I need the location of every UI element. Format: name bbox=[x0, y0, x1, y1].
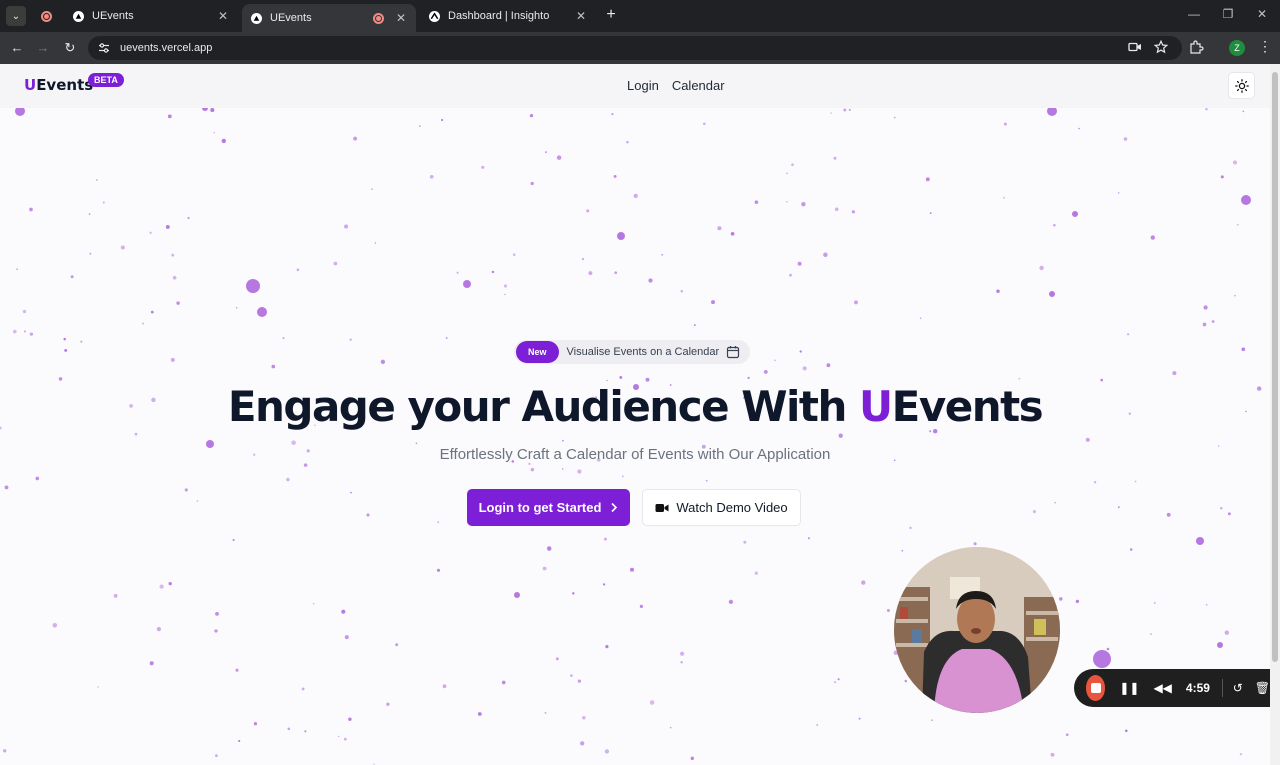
recording-icon bbox=[373, 12, 384, 24]
site-settings-icon[interactable] bbox=[96, 40, 112, 56]
tab-uevents-2[interactable]: UEvents ✕ bbox=[242, 4, 416, 32]
recording-timer: 4:59 bbox=[1185, 681, 1210, 695]
browser-tab-strip: ⌄ UEvents ✕ UEvents ✕ Dashboard | Insigh… bbox=[0, 0, 1280, 32]
tab-title: UEvents bbox=[92, 10, 134, 22]
close-tab-icon[interactable]: ✕ bbox=[574, 9, 588, 23]
pinned-tab-recorder[interactable] bbox=[34, 5, 58, 27]
sun-icon bbox=[1234, 78, 1249, 93]
tab-title: UEvents bbox=[270, 12, 312, 24]
forward-icon[interactable]: → bbox=[34, 39, 52, 57]
url-text: uevents.vercel.app bbox=[120, 42, 213, 54]
stop-icon[interactable] bbox=[1086, 675, 1106, 701]
insighto-favicon-icon bbox=[428, 10, 440, 22]
tab-title: Dashboard | Insighto bbox=[448, 10, 550, 22]
close-window-icon[interactable]: ✕ bbox=[1252, 7, 1272, 21]
minimize-window-icon[interactable]: — bbox=[1184, 7, 1204, 21]
chevron-right-icon bbox=[611, 502, 618, 513]
web-page: UEvents BETA Login Calendar New Visualis… bbox=[0, 64, 1270, 765]
trash-icon[interactable]: 🗑 bbox=[1255, 681, 1270, 695]
hero-subheadline: Effortlessly Craft a Calendar of Events … bbox=[439, 446, 831, 463]
site-navbar: UEvents BETA Login Calendar bbox=[0, 64, 1270, 108]
browser-menu-icon[interactable]: ⋮ bbox=[1258, 38, 1272, 55]
nav-login-link[interactable]: Login bbox=[627, 78, 659, 93]
tab-search-button[interactable]: ⌄ bbox=[6, 6, 26, 26]
button-label: Watch Demo Video bbox=[676, 500, 788, 515]
triangle-favicon-icon bbox=[250, 12, 262, 24]
close-tab-icon[interactable]: ✕ bbox=[216, 9, 230, 23]
browser-toolbar: ← → ↻ uevents.vercel.app Z ⋮ bbox=[0, 32, 1280, 64]
nav-calendar-link[interactable]: Calendar bbox=[672, 78, 725, 93]
pause-icon[interactable]: ❚❚ bbox=[1119, 681, 1139, 695]
button-label: Login to get Started bbox=[478, 500, 602, 515]
tab-insighto[interactable]: Dashboard | Insighto ✕ bbox=[420, 4, 596, 28]
camera-permission-icon[interactable] bbox=[1128, 40, 1142, 54]
theme-toggle-button[interactable] bbox=[1228, 72, 1255, 99]
rewind-icon[interactable]: ◀◀ bbox=[1153, 681, 1171, 695]
restore-window-icon[interactable]: ❐ bbox=[1218, 7, 1238, 21]
site-logo[interactable]: UEvents bbox=[24, 76, 93, 94]
recording-controls: ❚❚ ◀◀ 4:59 ↺ 🗑 bbox=[1074, 669, 1270, 707]
beta-badge: BETA bbox=[88, 73, 124, 87]
scrollbar-thumb[interactable] bbox=[1272, 72, 1278, 662]
recording-icon bbox=[40, 10, 52, 22]
calendar-icon bbox=[727, 346, 740, 359]
hero-headline: Engage your Audience With UEvents bbox=[227, 382, 1044, 431]
close-tab-icon[interactable]: ✕ bbox=[394, 11, 408, 25]
announcement-pill[interactable]: New Visualise Events on a Calendar bbox=[514, 340, 751, 364]
bookmark-star-icon[interactable] bbox=[1154, 40, 1168, 54]
new-tab-button[interactable]: + bbox=[602, 6, 620, 24]
watch-demo-button[interactable]: Watch Demo Video bbox=[642, 489, 801, 526]
video-icon bbox=[655, 503, 669, 512]
triangle-favicon-icon bbox=[72, 10, 84, 22]
new-badge: New bbox=[516, 341, 559, 363]
page-scrollbar[interactable] bbox=[1270, 64, 1280, 765]
back-icon[interactable]: ← bbox=[8, 39, 26, 57]
tab-uevents-1[interactable]: UEvents ✕ bbox=[64, 4, 238, 28]
address-bar[interactable]: uevents.vercel.app bbox=[88, 36, 1182, 60]
profile-avatar[interactable]: Z bbox=[1229, 40, 1245, 56]
extensions-icon[interactable] bbox=[1188, 39, 1204, 55]
webcam-feed-image bbox=[894, 547, 1060, 713]
login-get-started-button[interactable]: Login to get Started bbox=[467, 489, 630, 526]
restart-icon[interactable]: ↺ bbox=[1233, 681, 1243, 695]
divider bbox=[1221, 679, 1223, 697]
webcam-preview[interactable] bbox=[894, 547, 1060, 713]
reload-icon[interactable]: ↻ bbox=[61, 39, 79, 57]
announcement-text: Visualise Events on a Calendar bbox=[566, 346, 720, 358]
